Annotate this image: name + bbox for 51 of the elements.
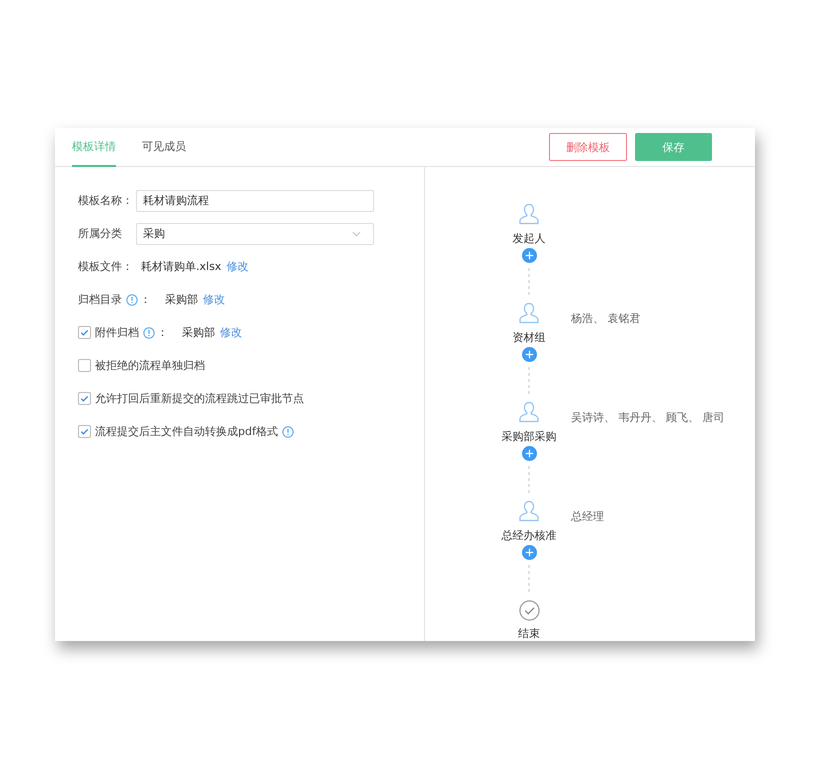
folder-name: 采购部 — [182, 325, 215, 340]
step-name: 发起人 — [512, 231, 546, 246]
add-step-button[interactable] — [522, 545, 536, 560]
folder-name: 采购部 — [165, 292, 198, 307]
option-label: 归档目录 — [78, 292, 122, 307]
step-name: 采购部采购 — [502, 429, 556, 444]
tab[interactable]: 模板详情 — [72, 128, 116, 167]
add-step-button[interactable] — [522, 446, 536, 461]
step-name: 总经办核准 — [502, 528, 556, 543]
check-circle-icon — [518, 600, 540, 621]
check-icon — [79, 393, 90, 404]
tab[interactable]: 可见成员 — [142, 128, 186, 167]
field-label: 模板文件： — [78, 259, 134, 274]
user-icon — [517, 499, 541, 523]
chevron-down-icon — [352, 230, 361, 236]
name-input-field[interactable]: 耗材请购流程 — [136, 190, 374, 212]
checkbox[interactable] — [78, 326, 91, 339]
field-label: 模板名称： — [78, 193, 134, 208]
assignee-list: 杨浩、 袁铭君 — [571, 311, 640, 326]
category-select-field[interactable]: 采购 — [136, 222, 374, 244]
connector-line — [528, 266, 530, 298]
user-icon — [517, 400, 541, 424]
field-label: 所属分类 — [78, 226, 123, 241]
edit-link[interactable]: 修改 — [220, 325, 242, 340]
colon: ： — [140, 292, 151, 307]
edit-link[interactable]: 修改 — [226, 259, 248, 274]
checkbox[interactable] — [78, 359, 91, 372]
delete-button[interactable]: 删除模板 — [549, 133, 627, 161]
step-name: 结束 — [518, 626, 540, 641]
colon: ： — [157, 325, 168, 340]
check-icon — [79, 327, 90, 338]
connector-line — [528, 365, 530, 397]
file-name: 耗材请购单.xlsx — [141, 259, 222, 274]
step-name: 资材组 — [512, 330, 546, 345]
add-step-button[interactable] — [522, 347, 536, 362]
save-button[interactable]: 保存 — [635, 133, 712, 161]
assignee-list: 吴诗诗、 韦丹丹、 顾飞、 唐司 — [571, 410, 724, 425]
user-icon — [517, 202, 541, 226]
edit-link[interactable]: 修改 — [203, 292, 225, 307]
checkbox[interactable] — [78, 392, 91, 405]
option-label: 被拒绝的流程单独归档 — [95, 358, 205, 373]
option-label: 流程提交后主文件自动转换成pdf格式 — [95, 424, 278, 439]
option-label: 附件归档 — [95, 325, 139, 340]
connector-line — [528, 563, 530, 595]
option-label: 允许打回后重新提交的流程跳过已审批节点 — [95, 391, 304, 406]
add-step-button[interactable] — [522, 248, 536, 263]
assignee-list: 总经理 — [571, 509, 604, 524]
check-icon — [79, 426, 90, 437]
connector-line — [528, 464, 530, 496]
user-icon — [517, 301, 541, 325]
checkbox[interactable] — [78, 425, 91, 438]
